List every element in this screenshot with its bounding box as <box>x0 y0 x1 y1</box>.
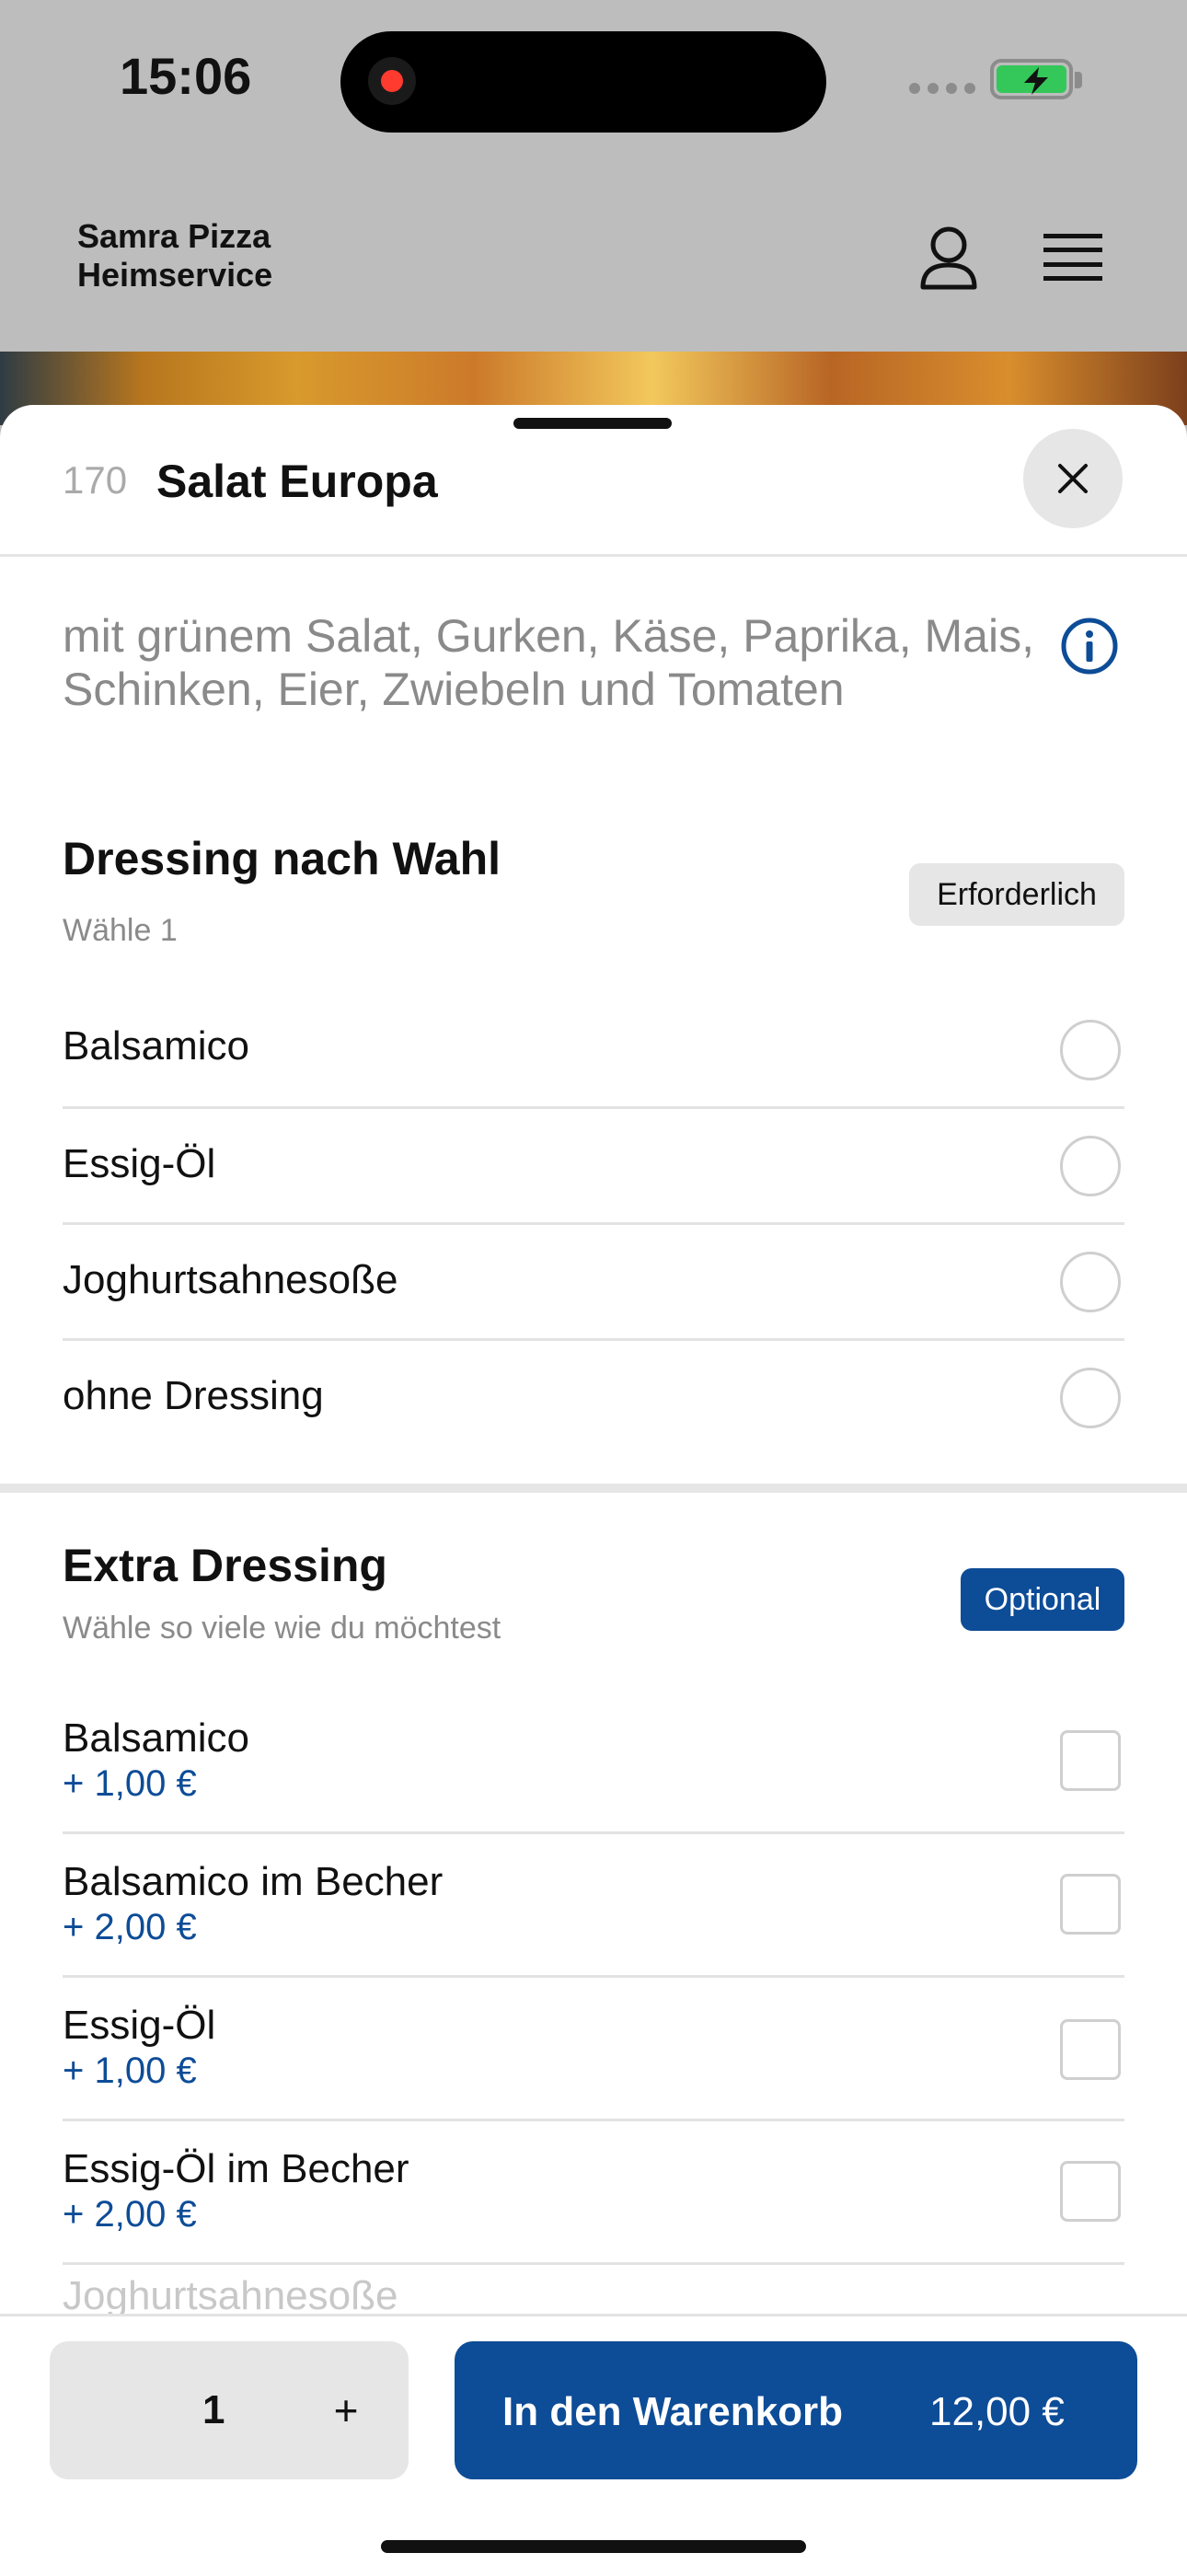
brand-line-1: Samra Pizza <box>77 217 271 255</box>
recording-indicator-icon <box>368 57 416 105</box>
section-separator <box>0 1484 1187 1493</box>
option-label: Balsamico <box>63 1023 249 1069</box>
restaurant-brand[interactable]: Samra Pizza Heimservice <box>77 217 272 295</box>
signal-icon <box>909 83 975 94</box>
item-detail-sheet: 170 Salat Europa mit grünem Salat, Gurke… <box>0 405 1187 2573</box>
checkbox[interactable] <box>1060 1730 1121 1791</box>
user-icon[interactable] <box>918 225 979 291</box>
option-label: Balsamico im Becher <box>63 1859 444 1904</box>
radio-button[interactable] <box>1060 1020 1121 1080</box>
charging-bolt-icon <box>1024 67 1048 95</box>
close-button[interactable] <box>1023 429 1123 528</box>
quantity-value: 1 <box>202 2387 225 2432</box>
option-label: Essig-Öl <box>63 2003 216 2048</box>
divider <box>63 1106 1124 1109</box>
battery-cap <box>1075 72 1082 88</box>
divider <box>63 2262 1124 2265</box>
status-time: 15:06 <box>120 47 252 105</box>
divider <box>63 1831 1124 1834</box>
battery-icon <box>990 59 1073 99</box>
option-price: + 1,00 € <box>63 2050 197 2091</box>
section-subtitle-extra: Wähle so viele wie du möchtest <box>63 1611 501 1646</box>
option-price: + 1,00 € <box>63 1763 197 1804</box>
radio-button[interactable] <box>1060 1252 1121 1312</box>
brand-line-2: Heimservice <box>77 256 273 294</box>
optional-badge: Optional <box>961 1568 1124 1631</box>
checkbox[interactable] <box>1060 1874 1121 1935</box>
option-price: + 2,00 € <box>63 2194 197 2235</box>
section-title-dressing: Dressing nach Wahl <box>63 833 501 884</box>
divider <box>63 1975 1124 1978</box>
option-label: Essig-Öl im Becher <box>63 2146 409 2191</box>
close-icon <box>1058 464 1088 493</box>
checkbox[interactable] <box>1060 2019 1121 2080</box>
option-label: Essig-Öl <box>63 1141 216 1186</box>
quantity-increment-button[interactable]: + <box>328 2385 364 2435</box>
divider <box>63 1338 1124 1341</box>
radio-button[interactable] <box>1060 1368 1121 1428</box>
divider <box>0 554 1187 557</box>
info-icon[interactable] <box>1060 617 1119 676</box>
section-title-extra: Extra Dressing <box>63 1540 387 1591</box>
sheet-grabber[interactable] <box>513 418 672 429</box>
option-label: Balsamico <box>63 1715 249 1761</box>
menu-icon[interactable] <box>1043 234 1102 282</box>
divider <box>63 1222 1124 1225</box>
option-label: Joghurtsahnesoße <box>63 1257 398 1302</box>
option-price: + 2,00 € <box>63 1907 197 1947</box>
radio-button[interactable] <box>1060 1136 1121 1196</box>
item-number: 170 <box>63 458 128 502</box>
divider <box>63 2119 1124 2121</box>
cart-total-price: 12,00 € <box>929 2389 1065 2434</box>
option-label-faded[interactable]: Joghurtsahnesoße <box>63 2273 398 2319</box>
section-subtitle-dressing: Wähle 1 <box>63 913 178 948</box>
home-indicator <box>381 2540 806 2553</box>
required-badge: Erforderlich <box>909 863 1124 926</box>
checkbox[interactable] <box>1060 2161 1121 2222</box>
item-description: mit grünem Salat, Gurken, Käse, Paprika,… <box>63 610 1034 715</box>
add-to-cart-label: In den Warenkorb <box>502 2389 843 2434</box>
option-label: ohne Dressing <box>63 1373 324 1418</box>
item-title: Salat Europa <box>156 456 438 507</box>
